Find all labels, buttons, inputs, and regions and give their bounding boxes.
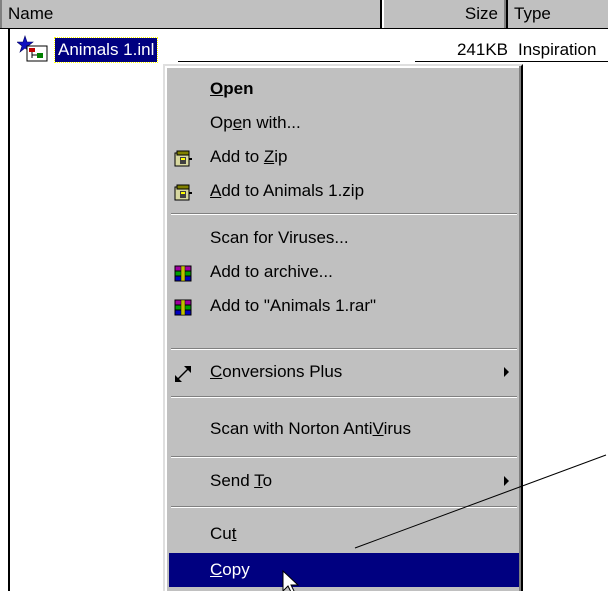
row-underline bbox=[415, 61, 608, 62]
column-header-name-label: Name bbox=[8, 4, 54, 23]
winrar-icon bbox=[173, 296, 193, 316]
menu-item-scan-viruses[interactable]: Scan for Viruses... bbox=[169, 221, 519, 255]
inspiration-file-icon[interactable] bbox=[16, 35, 53, 63]
menu-item-open-label: Open bbox=[210, 79, 254, 98]
menu-item-copy-label: Copy bbox=[210, 560, 250, 579]
column-divider[interactable] bbox=[380, 0, 382, 28]
file-type: Inspiration bbox=[518, 40, 597, 59]
file-row[interactable]: Animals 1.inl 241KB Inspiration bbox=[0, 30, 608, 64]
menu-item-add-to-zip-label: Add to Zip bbox=[210, 147, 288, 166]
menu-separator bbox=[171, 213, 517, 215]
submenu-arrow-icon bbox=[504, 476, 509, 486]
column-header-size-label: Size bbox=[464, 4, 498, 23]
menu-item-add-to-rar-label: Add to "Animals 1.rar" bbox=[210, 296, 377, 315]
winzip-icon bbox=[173, 147, 193, 167]
menu-item-add-to-animals-zip[interactable]: Add to Animals 1.zip bbox=[169, 174, 519, 208]
file-size: 241KB bbox=[456, 40, 508, 59]
column-header-type[interactable]: Type bbox=[506, 0, 608, 28]
menu-item-conversions-plus-label: Conversions Plus bbox=[210, 362, 343, 381]
menu-item-norton-antivirus[interactable]: Scan with Norton AntiVirus bbox=[169, 412, 519, 446]
column-header-type-label: Type bbox=[514, 4, 551, 23]
menu-separator bbox=[171, 456, 517, 458]
menu-item-copy[interactable]: Copy bbox=[169, 553, 519, 587]
column-header-size[interactable]: Size bbox=[382, 0, 506, 28]
menu-item-norton-antivirus-label: Scan with Norton AntiVirus bbox=[210, 419, 411, 438]
winzip-icon bbox=[173, 181, 193, 201]
winrar-icon bbox=[173, 262, 193, 282]
menu-item-add-to-rar[interactable]: Add to "Animals 1.rar" bbox=[169, 289, 519, 323]
menu-item-cut-label: Cut bbox=[210, 524, 237, 543]
column-divider[interactable] bbox=[506, 0, 508, 28]
menu-item-send-to-label: Send To bbox=[210, 471, 273, 490]
file-name[interactable]: Animals 1.inl bbox=[53, 37, 159, 63]
menu-item-add-to-archive[interactable]: Add to archive... bbox=[169, 255, 519, 289]
menu-separator bbox=[171, 396, 517, 398]
list-header: Name Size Type bbox=[0, 0, 608, 29]
menu-item-conversions-plus[interactable]: Conversions Plus bbox=[169, 355, 519, 389]
menu-item-add-to-zip[interactable]: Add to Zip bbox=[169, 140, 519, 174]
menu-separator bbox=[171, 348, 517, 350]
menu-item-send-to[interactable]: Send To bbox=[169, 464, 519, 498]
menu-item-add-to-animals-zip-label: Add to Animals 1.zip bbox=[210, 181, 365, 200]
menu-item-open[interactable]: Open bbox=[169, 72, 519, 106]
column-header-name[interactable]: Name bbox=[0, 0, 382, 28]
row-underline bbox=[178, 61, 400, 62]
menu-item-open-with-label: Open with... bbox=[210, 113, 301, 132]
pane-border bbox=[8, 29, 10, 591]
conversions-plus-icon bbox=[173, 362, 193, 382]
submenu-arrow-icon bbox=[504, 367, 509, 377]
menu-item-add-to-archive-label: Add to archive... bbox=[210, 262, 333, 281]
menu-item-cut[interactable]: Cut bbox=[169, 517, 519, 551]
menu-item-open-with[interactable]: Open with... bbox=[169, 106, 519, 140]
menu-item-scan-viruses-label: Scan for Viruses... bbox=[210, 228, 349, 247]
menu-separator bbox=[171, 506, 517, 508]
context-menu: Open Open with... Add to Zip Add to Anim… bbox=[163, 64, 523, 591]
